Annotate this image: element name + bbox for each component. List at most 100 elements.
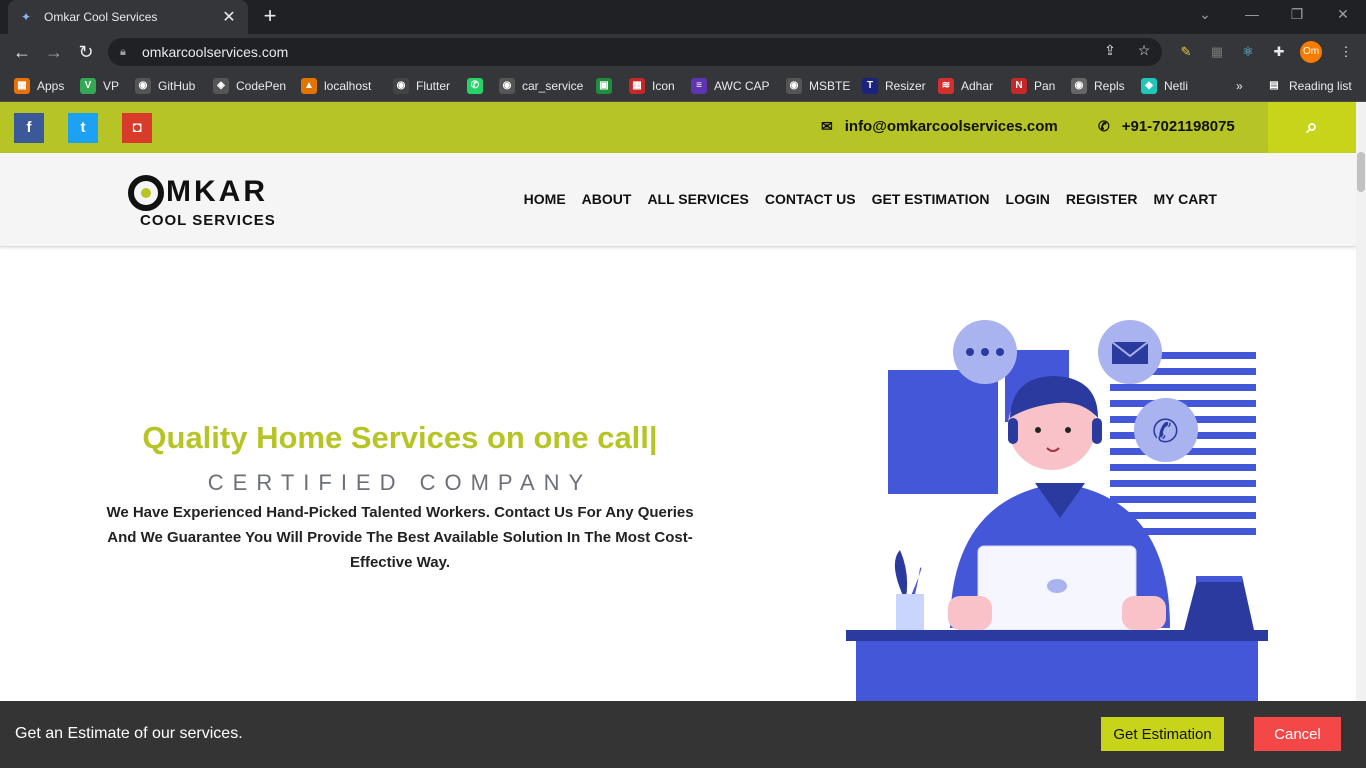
whatsapp-icon: ✆ bbox=[467, 78, 483, 94]
bookmark-label: Apps bbox=[37, 79, 65, 93]
hero-description: We Have Experienced Hand-Picked Talented… bbox=[106, 504, 694, 571]
nav-contact-us[interactable]: CONTACT US bbox=[765, 191, 856, 207]
bookmark-label: Pan bbox=[1034, 79, 1056, 93]
bookmark-label: AWC CAP bbox=[714, 79, 770, 93]
svg-text:✆: ✆ bbox=[1152, 412, 1179, 450]
facebook-icon[interactable]: f bbox=[14, 113, 44, 143]
bookmark-15[interactable]: ◉ Repls bbox=[1071, 76, 1125, 96]
bookmark-0[interactable]: ▦ Apps bbox=[14, 76, 64, 96]
envelope-icon: ✉ bbox=[821, 118, 833, 134]
new-tab-button[interactable]: + bbox=[258, 4, 282, 28]
reading-list[interactable]: ▤ Reading list bbox=[1266, 76, 1352, 96]
bookmarks-bar: ▦ Apps V VP ◉ GitHub ◈ CodePen ▲ localhost ◉ Flutte… bbox=[0, 70, 1366, 102]
extensions-puzzle-icon[interactable]: ✚ bbox=[1269, 42, 1289, 62]
bookmark-10[interactable]: ≡ AWC CAP bbox=[691, 76, 770, 96]
reload-icon[interactable]: ↻ bbox=[74, 40, 98, 64]
profile-avatar[interactable]: Om bbox=[1300, 41, 1322, 63]
site-logo[interactable]: MKAR COOL SERVICES bbox=[128, 173, 278, 231]
msbte-icon: ◉ bbox=[786, 78, 802, 94]
bookmark-14[interactable]: N Pan bbox=[1011, 76, 1055, 96]
search-icon[interactable]: ⌕ bbox=[1268, 102, 1356, 153]
nav-about[interactable]: ABOUT bbox=[582, 191, 632, 207]
bookmark-5[interactable]: ◉ Flutter bbox=[393, 76, 450, 96]
main-nav: HOME ABOUT ALL SERVICES CONTACT US GET ESTIM… bbox=[524, 191, 1217, 207]
close-window-icon[interactable]: ✕ bbox=[1331, 6, 1355, 23]
bookmark-9[interactable]: ▦ Icon bbox=[629, 76, 675, 96]
codepen-icon: ◈ bbox=[213, 78, 229, 94]
restore-icon[interactable]: ❐ bbox=[1285, 6, 1309, 23]
phone-contact[interactable]: ✆ +91-7021198075 bbox=[1098, 118, 1235, 135]
get-estimation-button[interactable]: Get Estimation bbox=[1101, 717, 1224, 751]
bookmark-label: Netli bbox=[1164, 79, 1189, 93]
hero-subtitle: CERTIFIED COMPANY bbox=[207, 470, 593, 495]
bookmark-label: GitHub bbox=[158, 79, 196, 93]
estimate-banner: Get an Estimate of our services. Get Est… bbox=[0, 701, 1366, 768]
plant-pot bbox=[896, 594, 924, 630]
reading-list-label: Reading list bbox=[1289, 79, 1352, 93]
logo-text-primary: MKAR bbox=[166, 175, 268, 208]
customer-support-illustration: ✆ bbox=[846, 320, 1268, 701]
reading-list-icon: ▤ bbox=[1269, 80, 1279, 91]
scrollbar-thumb[interactable] bbox=[1357, 152, 1365, 192]
forward-icon[interactable]: → bbox=[42, 40, 66, 64]
twitter-icon[interactable]: t bbox=[68, 113, 98, 143]
share-icon[interactable]: ⇪ bbox=[1100, 40, 1120, 60]
bookmark-11[interactable]: ◉ MSBTE bbox=[786, 76, 850, 96]
email-contact[interactable]: ✉ info@omkarcoolservices.com bbox=[821, 118, 1058, 135]
tab-close-icon[interactable]: ✕ bbox=[220, 7, 238, 27]
bookmark-label: Adhar bbox=[961, 79, 994, 93]
page-scrollbar[interactable] bbox=[1356, 102, 1366, 701]
bookmark-star-icon[interactable]: ☆ bbox=[1134, 40, 1154, 60]
email-text: info@omkarcoolservices.com bbox=[844, 118, 1058, 135]
desk-top bbox=[846, 630, 1268, 641]
nav-get-estimation[interactable]: GET ESTIMATION bbox=[872, 191, 990, 207]
react-devtools-icon[interactable]: ⚛ bbox=[1238, 42, 1258, 62]
cancel-button[interactable]: Cancel bbox=[1254, 717, 1341, 751]
nav-all-services[interactable]: ALL SERVICES bbox=[647, 191, 748, 207]
bookmark-3[interactable]: ◈ CodePen bbox=[213, 76, 286, 96]
nav-login[interactable]: LOGIN bbox=[1006, 191, 1050, 207]
bookmark-7[interactable]: ◉ car_service bbox=[499, 76, 583, 96]
gear-logo-icon bbox=[128, 175, 164, 211]
desk-body bbox=[856, 641, 1258, 701]
bookmark-6[interactable]: ✆ bbox=[467, 76, 490, 96]
back-icon[interactable]: ← bbox=[10, 40, 34, 64]
green-app-icon: ▣ bbox=[596, 78, 612, 94]
url-text: omkarcoolservices.com bbox=[142, 44, 289, 60]
lock-icon: 🔒︎ bbox=[120, 45, 126, 58]
resizer-icon: T bbox=[862, 78, 878, 94]
nav-register[interactable]: REGISTER bbox=[1066, 191, 1138, 207]
tab-search-icon[interactable]: ⌄ bbox=[1193, 6, 1217, 23]
awc-icon: ≡ bbox=[691, 78, 707, 94]
bookmark-13[interactable]: ≋ Adhar bbox=[938, 76, 993, 96]
bookmark-label: MSBTE bbox=[809, 79, 851, 93]
address-bar[interactable]: 🔒︎ omkarcoolservices.com bbox=[108, 38, 1162, 66]
browser-tab[interactable]: ✦ Omkar Cool Services ✕ bbox=[8, 0, 248, 34]
extension-pen-icon[interactable]: ✎ bbox=[1176, 42, 1196, 62]
bookmark-label: VP bbox=[103, 79, 120, 93]
bookmark-8[interactable]: ▣ bbox=[596, 76, 619, 96]
nav-my-cart[interactable]: MY CART bbox=[1153, 191, 1217, 207]
localhost-icon: ▲ bbox=[301, 78, 317, 94]
bookmark-4[interactable]: ▲ localhost bbox=[301, 76, 371, 96]
phone-icon: ✆ bbox=[1098, 118, 1110, 134]
bookmark-2[interactable]: ◉ GitHub bbox=[135, 76, 195, 96]
bookmark-12[interactable]: T Resizer bbox=[862, 76, 926, 96]
phone-text: +91-7021198075 bbox=[1121, 118, 1235, 135]
extension-grid-icon[interactable]: ▦ bbox=[1207, 42, 1227, 62]
bookmark-label: CodePen bbox=[236, 79, 287, 93]
more-bookmarks-icon[interactable]: » bbox=[1236, 76, 1243, 96]
flutter-icon: ◉ bbox=[393, 78, 409, 94]
adhar-icon: ≋ bbox=[938, 78, 954, 94]
instagram-icon[interactable]: ◘ bbox=[122, 113, 152, 143]
browser-toolbar: ← → ↻ 🔒︎ omkarcoolservices.com ⇪ ☆ bbox=[0, 34, 1366, 70]
apps-grid-icon: ▦ bbox=[14, 78, 30, 94]
minimize-icon[interactable]: — bbox=[1240, 6, 1264, 22]
icon-grid-icon: ▦ bbox=[629, 78, 645, 94]
estimate-banner-text: Get an Estimate of our services. bbox=[15, 725, 243, 742]
github-icon: ◉ bbox=[499, 78, 515, 94]
nav-home[interactable]: HOME bbox=[524, 191, 566, 207]
bookmark-1[interactable]: V VP bbox=[80, 76, 119, 96]
menu-kebab-icon[interactable]: ⋮ bbox=[1336, 42, 1356, 62]
bookmark-16[interactable]: ◆ Netli bbox=[1141, 76, 1188, 96]
